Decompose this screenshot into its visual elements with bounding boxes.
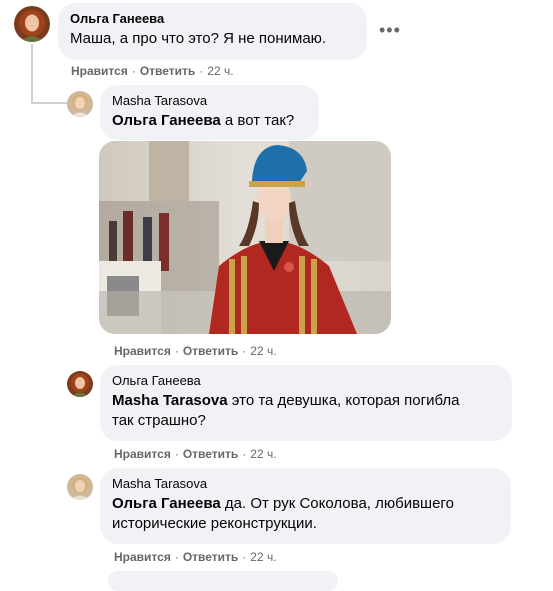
comment-bubble: Masha Tarasova Ольга Ганеева да. От рук … (100, 468, 511, 544)
thread-line (31, 102, 67, 104)
like-button[interactable]: Нравится (114, 550, 171, 564)
thread-line (31, 44, 33, 104)
comment-bubble: Ольга Ганеева Masha Tarasova это та деву… (100, 365, 512, 441)
comment-actions: Нравится · Ответить · 22 ч. (114, 550, 277, 564)
comment-text: Ольга Ганеева а вот так? (112, 112, 295, 129)
avatar-masha[interactable] (67, 474, 93, 500)
attached-photo[interactable] (99, 141, 391, 334)
avatar-olga[interactable] (67, 371, 93, 397)
timestamp[interactable]: 22 ч. (250, 550, 276, 564)
next-comment-bubble (108, 571, 338, 591)
like-button[interactable]: Нравится (114, 344, 171, 358)
comment-text: Masha Tarasova это та девушка, которая п… (112, 392, 460, 429)
comment-bubble: Masha Tarasova Ольга Ганеева а вот так? (100, 85, 319, 140)
comment-actions: Нравится · Ответить · 22 ч. (114, 344, 277, 358)
comment-actions: Нравится · Ответить · 22 ч. (71, 64, 234, 78)
mention-link[interactable]: Ольга Ганеева (112, 112, 221, 129)
reply-button[interactable]: Ответить (140, 64, 195, 78)
mention-link[interactable]: Ольга Ганеева (112, 495, 221, 512)
reply-button[interactable]: Ответить (183, 447, 238, 461)
mention-link[interactable]: Masha Tarasova (112, 392, 228, 409)
timestamp[interactable]: 22 ч. (207, 64, 233, 78)
like-button[interactable]: Нравится (71, 64, 128, 78)
comment-bubble: Ольга Ганеева Маша, а про что это? Я не … (58, 3, 367, 60)
avatar-masha[interactable] (67, 91, 93, 117)
reply-button[interactable]: Ответить (183, 344, 238, 358)
comment-text: Маша, а про что это? Я не понимаю. (70, 30, 327, 47)
comment-text: Ольга Ганеева да. От рук Соколова, любив… (112, 495, 454, 532)
comment-author[interactable]: Masha Tarasova (112, 93, 307, 109)
avatar-olga[interactable] (14, 6, 50, 42)
comment-author[interactable]: Ольга Ганеева (70, 11, 355, 27)
comment-actions: Нравится · Ответить · 22 ч. (114, 447, 277, 461)
like-button[interactable]: Нравится (114, 447, 171, 461)
more-options-icon[interactable]: ••• (379, 21, 401, 39)
comment-author[interactable]: Ольга Ганеева (112, 373, 500, 389)
timestamp[interactable]: 22 ч. (250, 344, 276, 358)
comment-author[interactable]: Masha Tarasova (112, 476, 499, 492)
timestamp[interactable]: 22 ч. (250, 447, 276, 461)
reply-button[interactable]: Ответить (183, 550, 238, 564)
